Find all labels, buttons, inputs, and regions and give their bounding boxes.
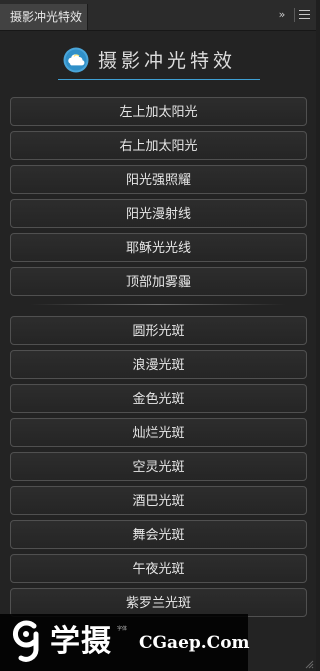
effect-button[interactable]: 灿烂光斑 [10, 418, 307, 447]
effect-button[interactable]: 右上加太阳光 [10, 131, 307, 160]
watermark-logo-icon [13, 620, 39, 662]
effect-button[interactable]: 空灵光斑 [10, 452, 307, 481]
watermark-overlay: 学摄 字体 CGaep.Com [0, 614, 250, 671]
watermark-site: CGaep.Com [139, 633, 250, 653]
header-underline [58, 79, 260, 80]
effect-button[interactable]: 紫罗兰光斑 [10, 588, 307, 617]
expand-panel-icon[interactable]: » [272, 6, 290, 24]
controls-divider [294, 8, 295, 22]
watermark-vertical-text: 字体 [117, 626, 128, 632]
tab-photo-light-effects[interactable]: 摄影冲光特效 [0, 4, 88, 30]
cloud-sun-logo-icon [63, 47, 89, 73]
effect-button[interactable]: 酒巴光斑 [10, 486, 307, 515]
header-title: 摄影冲光特效 [98, 50, 237, 72]
effect-button[interactable]: 左上加太阳光 [10, 97, 307, 126]
panel-menu-icon[interactable] [299, 10, 310, 19]
effect-button[interactable]: 舞会光斑 [10, 520, 307, 549]
effect-button[interactable]: 午夜光斑 [10, 554, 307, 583]
panel-controls: » [272, 5, 316, 27]
panel-tab-bar: 摄影冲光特效 » [0, 0, 316, 31]
group-separator [30, 304, 286, 305]
effect-button[interactable]: 浪漫光斑 [10, 350, 307, 379]
photo-light-effects-panel: 摄影冲光特效 » 摄影冲光特效 左上加太阳光 右上加太阳光 阳光强照耀阳光漫射线耶稣… [0, 0, 316, 671]
watermark-brand: 学摄 [50, 624, 112, 659]
effect-button[interactable]: 顶部加雾霾 [10, 267, 307, 296]
effect-button[interactable]: 阳光强照耀 [10, 165, 307, 194]
effect-button[interactable]: 金色光斑 [10, 384, 307, 413]
effect-button[interactable]: 圆形光斑 [10, 316, 307, 345]
resize-grip-icon[interactable] [304, 659, 314, 669]
panel-header: 摄影冲光特效 [58, 44, 260, 80]
effect-button[interactable]: 阳光漫射线 [10, 199, 307, 228]
effect-button[interactable]: 耶稣光光线 [10, 233, 307, 262]
